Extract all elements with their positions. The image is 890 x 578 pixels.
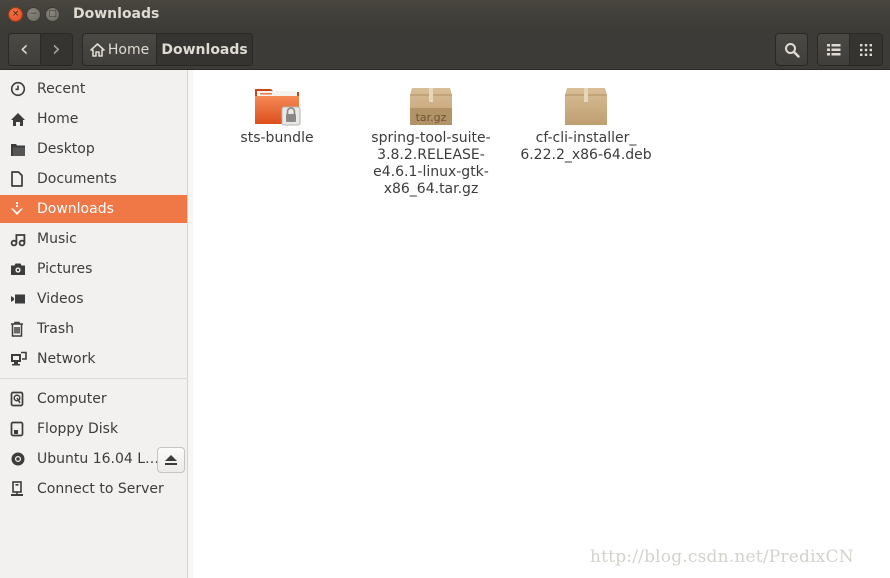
sidebar-item-home[interactable]: Home [0, 105, 187, 133]
sidebar-item-downloads[interactable]: Downloads [0, 195, 187, 223]
forward-button[interactable]: › [40, 34, 72, 65]
sidebar-item-label: Music [37, 231, 77, 247]
sidebar-item-documents[interactable]: Documents [0, 165, 187, 193]
camera-icon [11, 263, 25, 275]
sidebar-item-label: Downloads [37, 201, 114, 217]
sidebar-item-desktop[interactable]: Desktop [0, 135, 187, 163]
sidebar-item-label: Home [37, 111, 79, 127]
floppy-icon [10, 421, 24, 437]
breadcrumb-downloads-label: Downloads [161, 41, 248, 58]
home-icon [90, 42, 105, 57]
file-name: cf-cli-installer_ 6.22.2_x86-64.deb [520, 130, 652, 163]
maximize-icon: □ [48, 9, 57, 19]
search-button-group [775, 33, 808, 66]
sidebar-item-videos[interactable]: Videos [0, 285, 187, 313]
title-bar: × − □ Downloads [0, 0, 890, 29]
minimize-icon: − [29, 9, 38, 19]
eject-icon [165, 455, 177, 465]
eject-button[interactable] [157, 447, 185, 473]
sidebar-item-label: Documents [37, 171, 117, 187]
sidebar-separator [0, 378, 187, 379]
toolbar: ‹ › Home Downloads [0, 29, 890, 70]
sidebar-item-computer[interactable]: Computer [0, 385, 187, 413]
sidebar-item-label: Ubuntu 16.04 L… [37, 451, 160, 467]
archive-badge: tar.gz [416, 111, 447, 124]
search-button[interactable] [776, 34, 807, 65]
file-name: sts-bundle [240, 130, 314, 146]
sidebar-item-floppy-disk[interactable]: Floppy Disk [0, 415, 187, 443]
sidebar-item-network[interactable]: Network [0, 345, 187, 373]
search-icon [784, 42, 800, 58]
file-name: spring-tool-suite- 3.8.2.RELEASE- e4.6.1… [371, 130, 491, 197]
grid-view-button[interactable] [850, 34, 882, 65]
close-icon: × [11, 9, 20, 19]
maximize-window-button[interactable]: □ [45, 7, 60, 22]
network-icon [11, 351, 27, 366]
view-mode-buttons [817, 33, 883, 66]
grid-view-icon [860, 43, 872, 56]
archive-icon: tar.gz [410, 88, 452, 125]
file-item-cf-cli-installer[interactable]: cf-cli-installer_ 6.22.2_x86-64.deb [516, 86, 656, 164]
sidebar-item-label: Connect to Server [37, 481, 164, 497]
file-item-sts-bundle[interactable]: sts-bundle [207, 86, 347, 147]
sidebar-item-label: Recent [37, 81, 86, 97]
watermark: http://blog.csdn.net/PredixCN [590, 547, 854, 567]
breadcrumb-home-label: Home [107, 41, 150, 58]
disc-icon [11, 452, 25, 466]
minimize-window-button[interactable]: − [26, 7, 41, 22]
harddisk-icon [10, 391, 24, 407]
home-icon [11, 112, 25, 126]
trash-icon [11, 321, 23, 337]
sidebar-item-label: Floppy Disk [37, 421, 119, 437]
document-icon [11, 171, 23, 187]
clock-icon [10, 81, 26, 97]
file-view: sts-bundle tar.gz spring-tool-suite- 3.8… [193, 70, 890, 578]
breadcrumb-home[interactable]: Home [83, 34, 158, 65]
breadcrumb: Home Downloads [82, 33, 253, 66]
sidebar-item-music[interactable]: Music [0, 225, 187, 253]
locked-folder-icon [255, 89, 301, 126]
sidebar: Recent Home Desktop Documents Downloads … [0, 70, 188, 578]
breadcrumb-downloads[interactable]: Downloads [157, 34, 252, 65]
sidebar-item-label: Trash [37, 321, 74, 337]
music-icon [10, 233, 26, 246]
sidebar-item-label: Videos [37, 291, 84, 307]
sidebar-item-trash[interactable]: Trash [0, 315, 187, 343]
sidebar-item-connect-to-server[interactable]: Connect to Server [0, 475, 187, 503]
back-button[interactable]: ‹ [9, 34, 41, 65]
download-icon [11, 202, 23, 215]
package-icon [565, 88, 607, 125]
sidebar-item-label: Network [37, 351, 96, 367]
list-view-icon [826, 43, 840, 55]
file-item-spring-tool-suite[interactable]: tar.gz spring-tool-suite- 3.8.2.RELEASE-… [361, 86, 501, 198]
server-icon [11, 481, 23, 496]
sidebar-item-recent[interactable]: Recent [0, 75, 187, 103]
sidebar-item-pictures[interactable]: Pictures [0, 255, 187, 283]
sidebar-item-label: Pictures [37, 261, 93, 277]
chevron-right-icon: › [51, 36, 61, 62]
list-view-button[interactable] [818, 34, 851, 65]
video-icon [11, 294, 25, 304]
chevron-left-icon: ‹ [19, 36, 29, 62]
navigation-buttons: ‹ › [8, 33, 73, 66]
folder-icon [11, 143, 25, 156]
close-window-button[interactable]: × [8, 7, 23, 22]
sidebar-item-label: Computer [37, 391, 107, 407]
window-title: Downloads [73, 6, 160, 22]
sidebar-item-label: Desktop [37, 141, 95, 157]
